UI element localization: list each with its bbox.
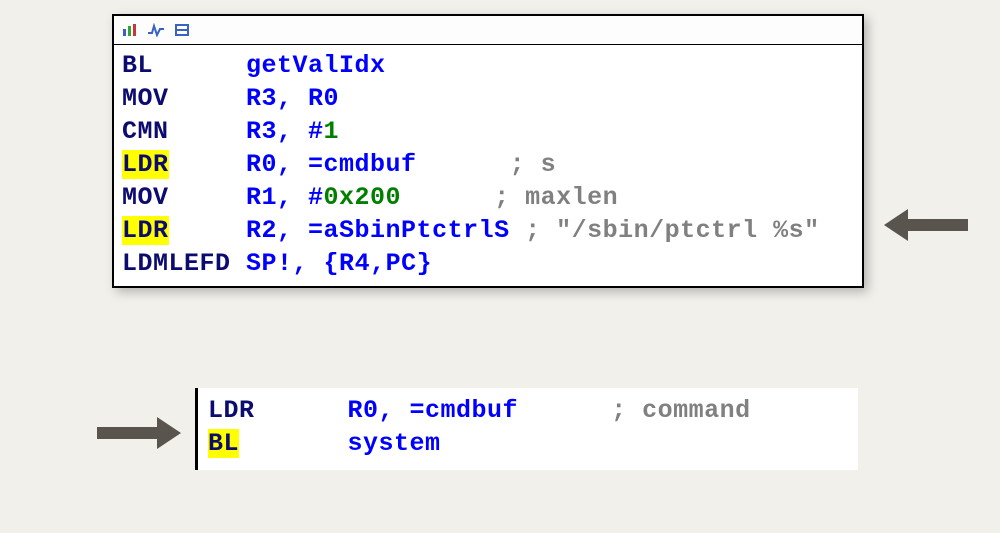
arrow-annotation-right bbox=[95, 408, 185, 458]
asm-line: BL system bbox=[208, 427, 848, 460]
immediate: 1 bbox=[324, 117, 340, 146]
mnemonic: BL bbox=[208, 429, 239, 458]
operand: R0, = bbox=[348, 396, 426, 425]
mnemonic: MOV bbox=[122, 84, 169, 113]
mnemonic: BL bbox=[122, 51, 153, 80]
asm-line: CMN R3, #1 bbox=[122, 115, 854, 148]
mnemonic: CMN bbox=[122, 117, 169, 146]
comment: ; s bbox=[510, 150, 557, 179]
mnemonic: LDR bbox=[122, 150, 169, 179]
immediate: 0x200 bbox=[324, 183, 402, 212]
disassembly-window-top: BL getValIdxMOV R3, R0CMN R3, #1LDR R0, … bbox=[112, 14, 864, 288]
asm-line: LDMLEFD SP!, {R4,PC} bbox=[122, 247, 854, 280]
asm-line: LDR R0, =cmdbuf ; s bbox=[122, 148, 854, 181]
comment: ; "/sbin/ptctrl %s" bbox=[525, 216, 820, 245]
symbol: cmdbuf bbox=[425, 396, 518, 425]
bar-chart-icon[interactable] bbox=[122, 23, 138, 37]
disassembler-toolbar bbox=[114, 16, 862, 45]
asm-line: LDR R2, =aSbinPtctrlS ; "/sbin/ptctrl %s… bbox=[122, 214, 854, 247]
asm-line: LDR R0, =cmdbuf ; command bbox=[208, 394, 848, 427]
symbol: getValIdx bbox=[246, 51, 386, 80]
symbol: system bbox=[348, 429, 441, 458]
disassembly-listing-top: BL getValIdxMOV R3, R0CMN R3, #1LDR R0, … bbox=[114, 45, 862, 286]
mnemonic: MOV bbox=[122, 183, 169, 212]
mnemonic: LDMLEFD bbox=[122, 249, 231, 278]
asm-line: MOV R3, R0 bbox=[122, 82, 854, 115]
arrow-annotation-left bbox=[880, 200, 970, 250]
symbol: aSbinPtctrlS bbox=[324, 216, 510, 245]
asm-line: BL getValIdx bbox=[122, 49, 854, 82]
operand: R3, R0 bbox=[246, 84, 339, 113]
operand: R2, = bbox=[246, 216, 324, 245]
symbol: cmdbuf bbox=[324, 150, 417, 179]
mnemonic: LDR bbox=[122, 216, 169, 245]
disassembly-listing-bottom: LDR R0, =cmdbuf ; commandBL system bbox=[195, 388, 858, 470]
operand: R0, = bbox=[246, 150, 324, 179]
comment: ; maxlen bbox=[494, 183, 618, 212]
asm-line: MOV R1, #0x200 ; maxlen bbox=[122, 181, 854, 214]
pulse-icon[interactable] bbox=[148, 23, 164, 37]
block-icon[interactable] bbox=[174, 23, 190, 37]
operand: R1, # bbox=[246, 183, 324, 212]
operand: R3, # bbox=[246, 117, 324, 146]
comment: ; command bbox=[611, 396, 751, 425]
operand: SP!, {R4,PC} bbox=[246, 249, 432, 278]
mnemonic: LDR bbox=[208, 396, 255, 425]
